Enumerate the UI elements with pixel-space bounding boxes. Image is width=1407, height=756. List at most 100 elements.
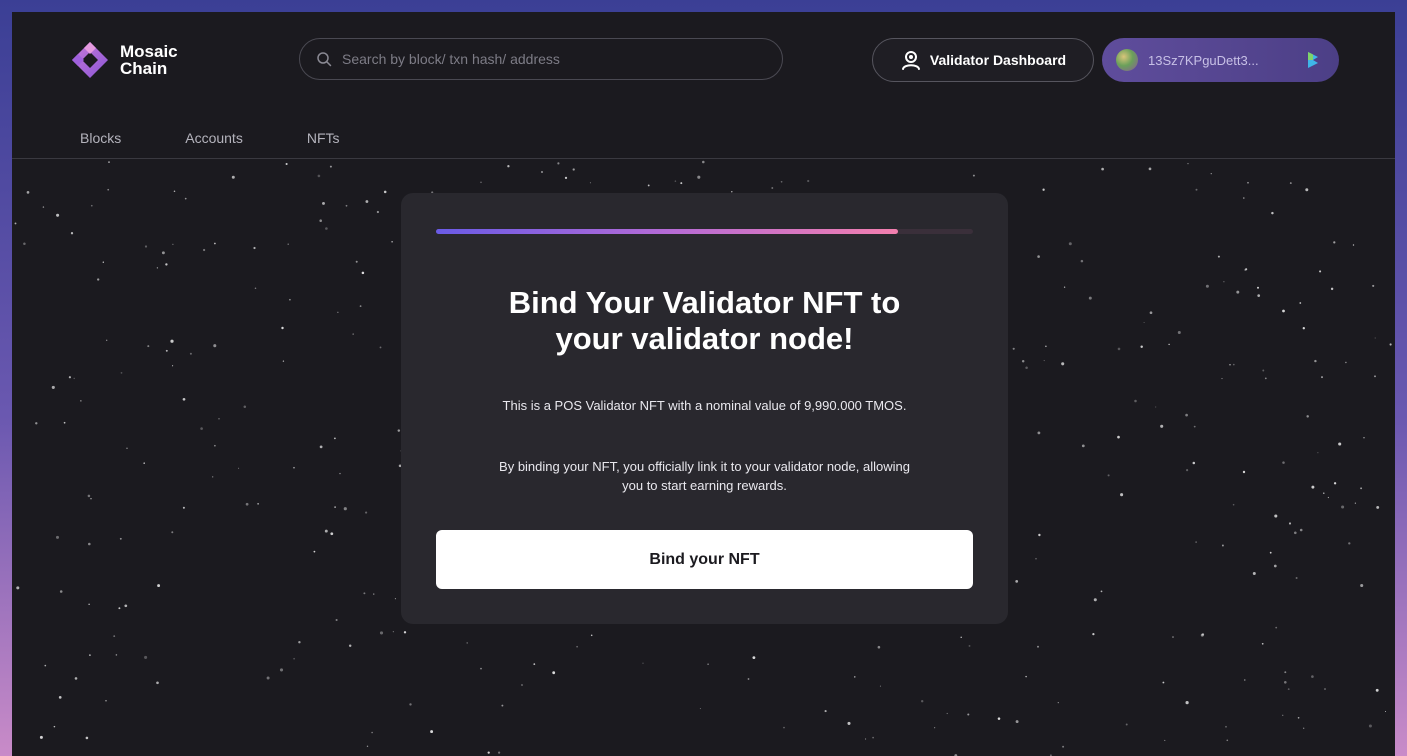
star-dot	[1299, 528, 1303, 532]
star-dot	[365, 511, 368, 514]
nav-item-accounts[interactable]: Accounts	[185, 130, 243, 146]
star-dot	[126, 447, 128, 449]
star-dot	[1092, 632, 1095, 636]
star-dot	[967, 713, 970, 716]
star-dot	[1195, 541, 1197, 543]
star-dot	[590, 634, 593, 637]
star-dot	[147, 345, 150, 348]
star-dot	[53, 725, 56, 728]
star-dot	[1374, 375, 1376, 378]
star-dot	[157, 584, 161, 588]
card-title-line1: Bind Your Validator NFT to	[508, 285, 901, 320]
star-dot	[172, 365, 174, 367]
star-dot	[44, 664, 47, 667]
star-dot	[1232, 363, 1235, 366]
star-dot	[1262, 369, 1265, 372]
brand-name-line2: Chain	[120, 59, 168, 78]
star-dot	[35, 422, 38, 425]
star-dot	[1210, 173, 1212, 175]
star-dot	[824, 710, 827, 713]
star-dot	[1221, 544, 1224, 547]
star-dot	[1264, 377, 1267, 380]
binding-description: By binding your NFT, you officially link…	[441, 457, 968, 495]
star-dot	[487, 751, 490, 754]
binding-description-line2: you to start earning rewards.	[622, 478, 787, 493]
star-dot	[430, 730, 434, 734]
star-dot	[355, 260, 358, 263]
star-dot	[257, 503, 259, 505]
wallet-token-icon	[1308, 52, 1318, 68]
star-dot	[1148, 167, 1152, 171]
nft-value-text: This is a POS Validator NFT with a nomin…	[502, 398, 907, 413]
star-dot	[73, 377, 75, 380]
star-dot	[1330, 287, 1334, 291]
star-dot	[1093, 598, 1097, 602]
star-dot	[70, 232, 74, 235]
star-dot	[1205, 284, 1209, 288]
star-dot	[1140, 345, 1143, 349]
star-dot	[165, 349, 168, 352]
star-dot	[1021, 359, 1025, 363]
wallet-account-button[interactable]: 13Sz7KPguDett3...	[1102, 38, 1339, 82]
star-dot	[783, 726, 785, 729]
progress-bar-fill	[436, 229, 898, 234]
star-dot	[1201, 633, 1205, 636]
star-dot	[807, 179, 810, 183]
brand-name-line1: Mosaic	[120, 42, 178, 61]
star-dot	[352, 333, 354, 335]
star-dot	[1045, 345, 1047, 348]
star-dot	[1025, 366, 1028, 369]
nav-item-nfts[interactable]: NFTs	[307, 130, 340, 146]
star-dot	[339, 472, 341, 475]
wallet-avatar	[1116, 49, 1138, 71]
star-dot	[1303, 727, 1305, 729]
brand-logo[interactable]: Mosaic Chain	[68, 38, 220, 82]
star-dot	[42, 206, 45, 208]
search-bar[interactable]	[299, 38, 783, 80]
star-dot	[394, 598, 396, 600]
star-dot	[333, 437, 336, 440]
star-dot	[120, 372, 123, 374]
star-dot	[642, 662, 644, 664]
star-dot	[1226, 739, 1229, 742]
star-dot	[365, 200, 369, 203]
star-dot	[74, 677, 78, 680]
star-dot	[213, 344, 217, 348]
app-frame: Mosaic Chain Validator Dashboard 13Sz7KP…	[12, 12, 1395, 756]
star-dot	[1297, 716, 1300, 719]
progress-bar	[436, 229, 973, 234]
star-dot	[1242, 470, 1246, 474]
validator-dashboard-button[interactable]: Validator Dashboard	[872, 38, 1094, 82]
star-dot	[319, 445, 323, 449]
star-dot	[1243, 197, 1245, 199]
star-dot	[171, 531, 174, 534]
search-input[interactable]	[340, 50, 764, 68]
star-dot	[1274, 514, 1278, 518]
star-dot	[1323, 492, 1325, 494]
star-dot	[63, 421, 66, 424]
star-dot	[322, 201, 325, 205]
star-dot	[329, 165, 332, 168]
star-dot	[1117, 347, 1121, 351]
star-dot	[16, 586, 20, 590]
star-dot	[780, 180, 783, 183]
star-dot	[1229, 364, 1231, 366]
star-dot	[1100, 590, 1103, 593]
star-dot	[279, 668, 284, 672]
star-dot	[541, 171, 543, 173]
star-dot	[507, 165, 510, 168]
star-dot	[1376, 505, 1380, 509]
star-dot	[1232, 503, 1235, 506]
star-dot	[1293, 531, 1297, 535]
star-dot	[1088, 296, 1092, 300]
star-dot	[59, 590, 63, 593]
star-dot	[1035, 557, 1037, 560]
binding-description-line1: By binding your NFT, you officially link…	[499, 459, 910, 474]
bind-nft-button[interactable]: Bind your NFT	[436, 530, 973, 589]
nav-item-blocks[interactable]: Blocks	[80, 130, 121, 146]
star-dot	[1125, 723, 1128, 726]
mosaic-diamond-logo-icon	[72, 42, 108, 78]
card-title: Bind Your Validator NFT to your validato…	[441, 285, 968, 357]
star-dot	[702, 160, 705, 164]
star-dot	[1324, 688, 1326, 690]
